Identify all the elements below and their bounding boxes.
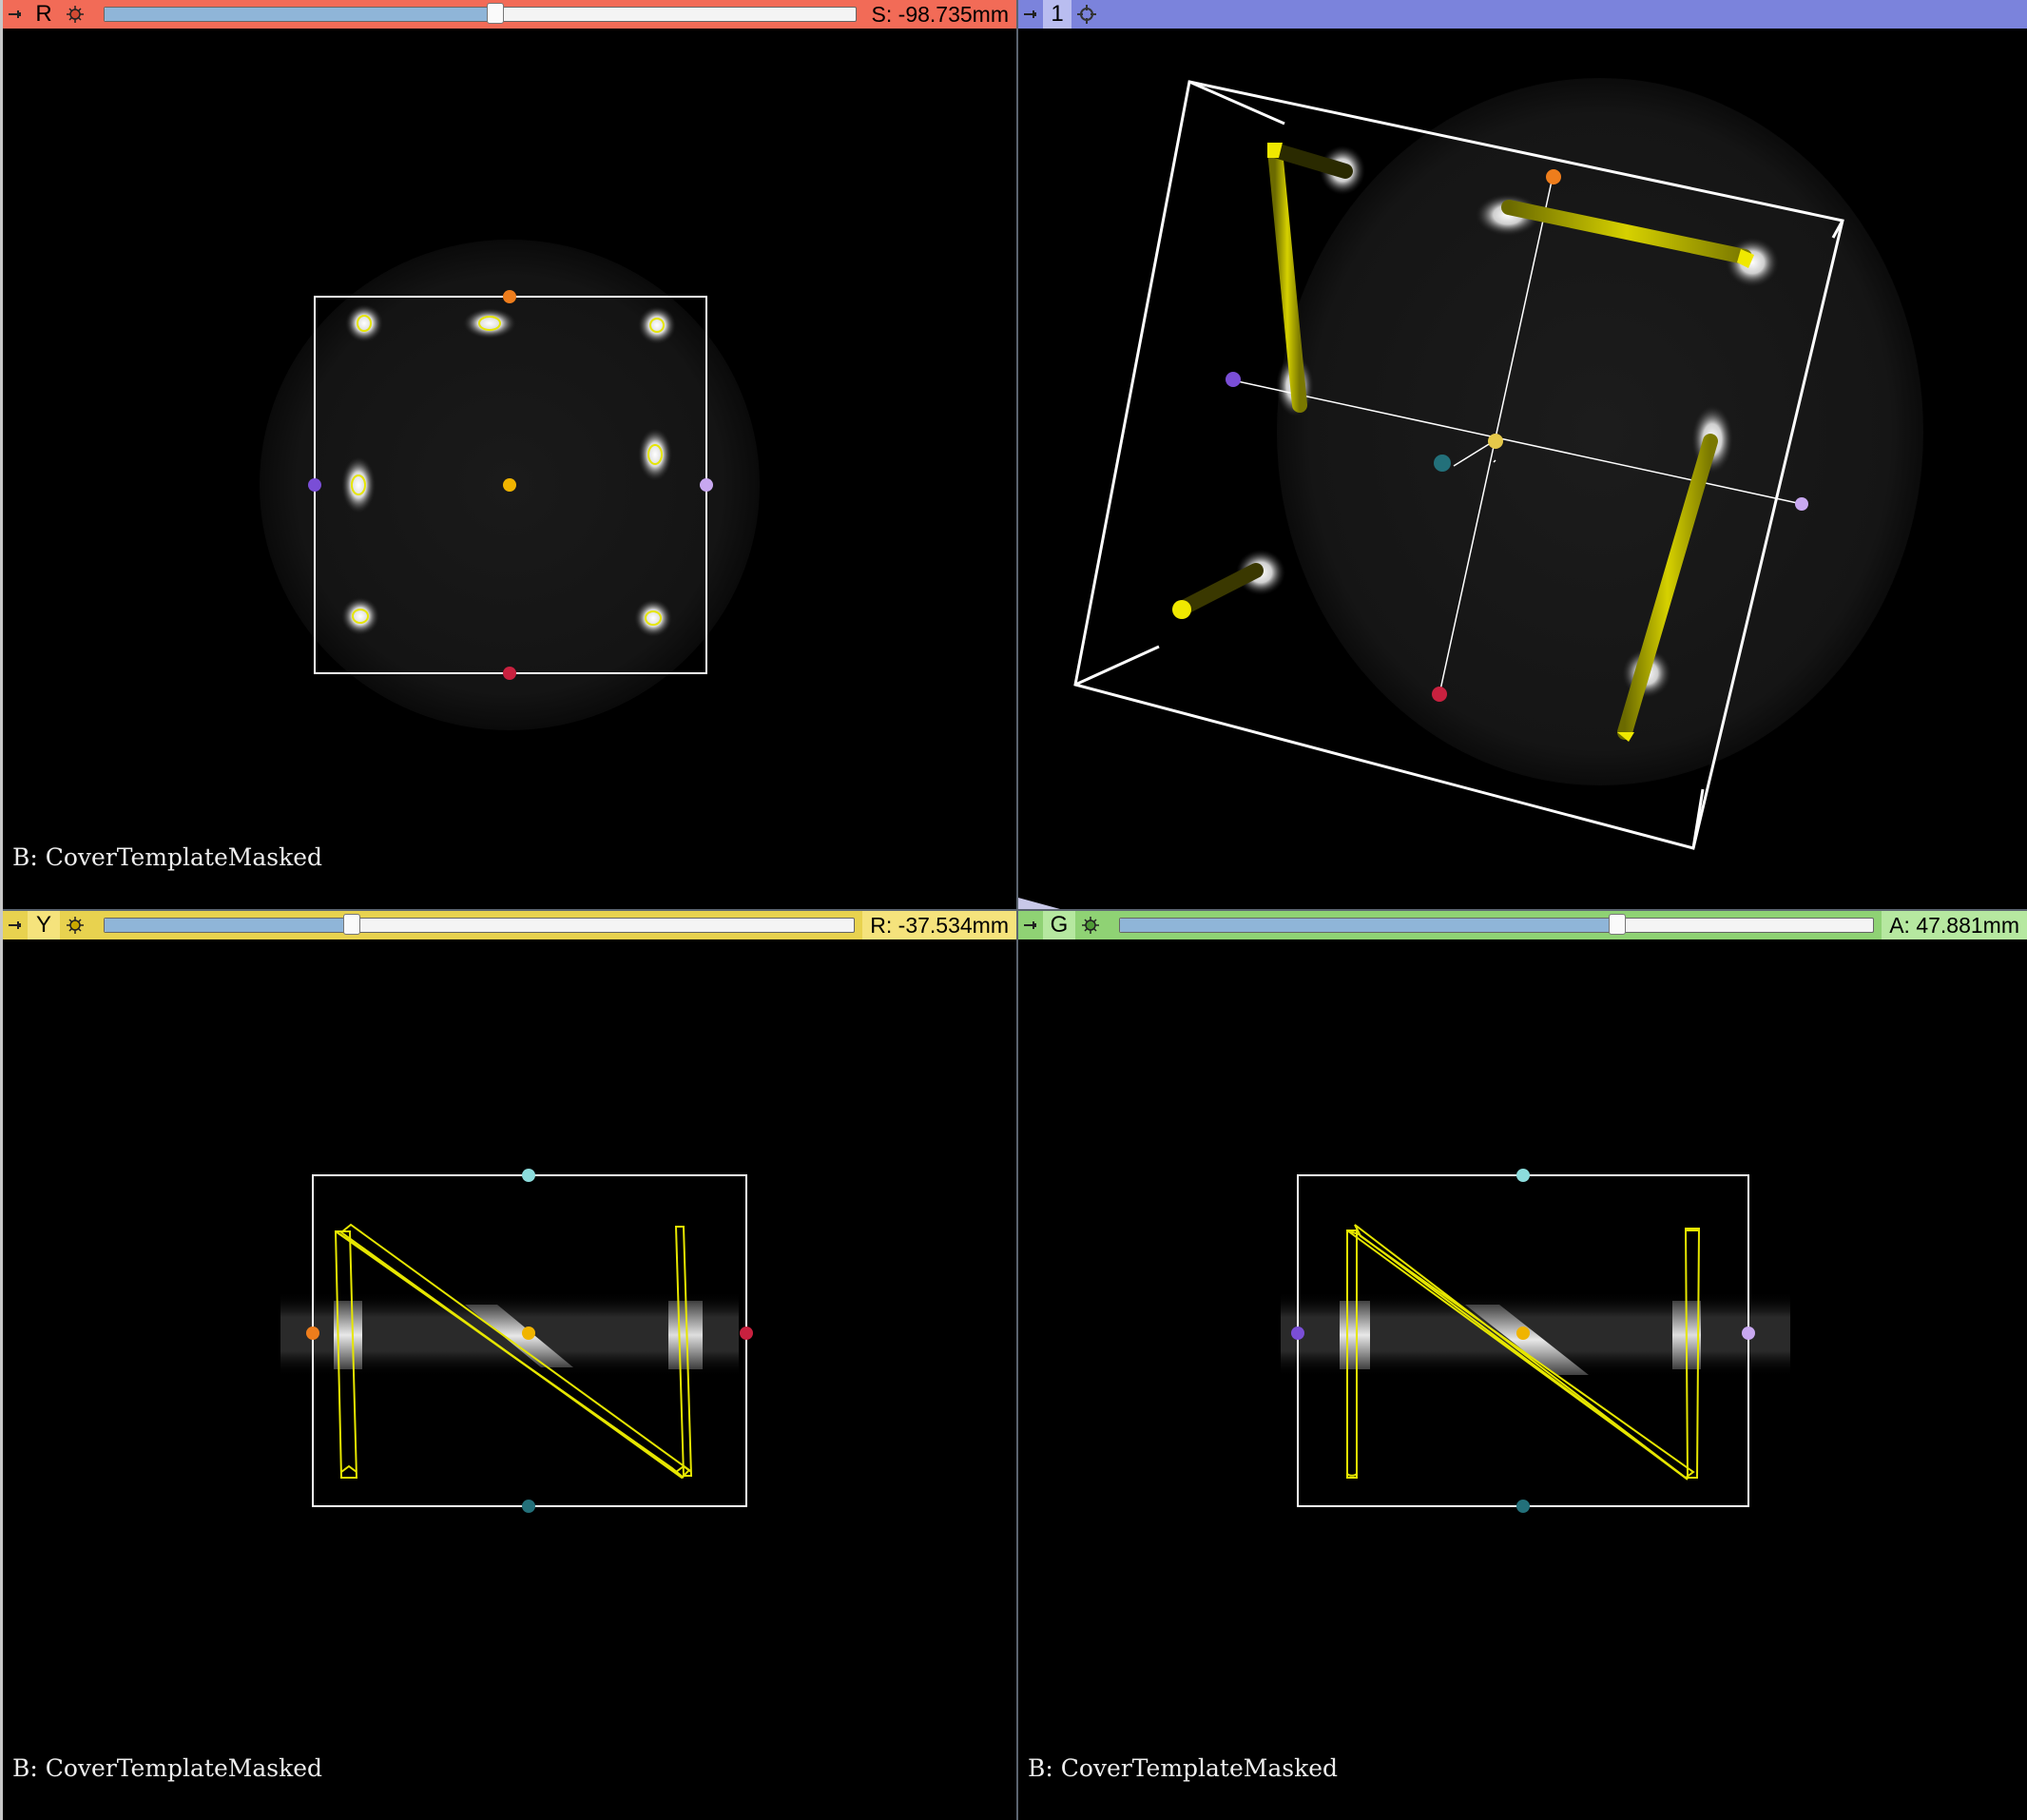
- roi-handle-top: [1516, 1169, 1530, 1182]
- roi-handle-left: [306, 1326, 319, 1340]
- slice-offset-slider[interactable]: [104, 914, 856, 935]
- yellow-slice-canvas[interactable]: [3, 939, 1016, 1820]
- roi-handle-left: [1291, 1326, 1304, 1340]
- orientation-marker: [1018, 898, 1060, 909]
- yellow-view-controller-bar: Y R: -37.534mm: [3, 911, 1016, 939]
- crosshair-icon[interactable]: [1071, 0, 1102, 29]
- slice-options-icon[interactable]: [60, 0, 90, 29]
- 3d-view-controller-bar: 1: [1018, 0, 2027, 29]
- roi-handle-top: [503, 290, 516, 303]
- horizontal-divider[interactable]: [0, 909, 2027, 911]
- left-border: [0, 0, 3, 1820]
- roi-handle-right: [740, 1326, 753, 1340]
- roi-handle-right: [1742, 1326, 1755, 1340]
- slice-offset-readout: S: -98.735mm: [863, 0, 1016, 29]
- slice-offset-slider[interactable]: [1119, 914, 1875, 935]
- slice-offset-readout: A: 47.881mm: [1882, 911, 2027, 939]
- slider-thumb[interactable]: [343, 914, 361, 935]
- roi-handle-bottom: [522, 1500, 535, 1513]
- background-volume-label: B: CoverTemplateMasked: [12, 1754, 323, 1782]
- roi-handle-front-3d: [1434, 455, 1451, 472]
- slider-fill: [105, 919, 353, 932]
- roi-handle-bottom-3d: [1432, 687, 1447, 702]
- view-letter: Y: [28, 911, 60, 939]
- view-letter: G: [1043, 911, 1075, 939]
- roi-handle-bottom: [1516, 1500, 1530, 1513]
- background-volume-label: B: CoverTemplateMasked: [12, 843, 323, 871]
- roi-handle-left-3d: [1226, 372, 1241, 387]
- pin-icon[interactable]: [3, 911, 28, 939]
- roi-handle-right-3d: [1795, 497, 1808, 511]
- red-slice-canvas[interactable]: [3, 29, 1016, 909]
- roi-handle-center-3d: [1488, 434, 1503, 449]
- roi-handle-bottom: [503, 667, 516, 680]
- roi-handle-center: [1516, 1326, 1530, 1340]
- yellow-slice-view[interactable]: Y R: -37.534mm B: CoverTemplateMasked: [3, 911, 1016, 1820]
- roi-handle-top-3d: [1546, 169, 1561, 184]
- view-letter: R: [28, 0, 60, 29]
- pin-icon[interactable]: [1018, 911, 1043, 939]
- 3d-render-canvas[interactable]: [1018, 29, 2027, 909]
- background-volume-label: B: CoverTemplateMasked: [1028, 1754, 1339, 1782]
- slider-fill: [1120, 919, 1617, 932]
- slice-options-icon[interactable]: [1075, 911, 1106, 939]
- red-view-controller-bar: R S: -98.735mm: [3, 0, 1016, 29]
- green-slice-view[interactable]: G A: 47.881mm B: CoverTemplateMasked: [1018, 911, 2027, 1820]
- slice-options-icon[interactable]: [60, 911, 90, 939]
- pin-icon[interactable]: [3, 0, 28, 29]
- roi-handle-center: [503, 478, 516, 492]
- phantom-render: [1277, 78, 1923, 785]
- slice-offset-readout: R: -37.534mm: [862, 911, 1016, 939]
- pin-icon[interactable]: [1018, 0, 1043, 29]
- roi-handle-top: [522, 1169, 535, 1182]
- 3d-view[interactable]: 1: [1018, 0, 2027, 909]
- slice-offset-slider[interactable]: [104, 3, 857, 24]
- slider-thumb[interactable]: [1608, 914, 1626, 935]
- red-slice-view[interactable]: R S: -98.735mm B: CoverTemplateMasked: [3, 0, 1016, 909]
- slider-fill: [105, 8, 495, 21]
- green-slice-canvas[interactable]: [1018, 939, 2027, 1820]
- view-letter: 1: [1043, 0, 1071, 29]
- roi-handle-center: [522, 1326, 535, 1340]
- slider-thumb[interactable]: [486, 3, 504, 24]
- roi-handle-left: [308, 478, 321, 492]
- green-view-controller-bar: G A: 47.881mm: [1018, 911, 2027, 939]
- roi-handle-right: [700, 478, 713, 492]
